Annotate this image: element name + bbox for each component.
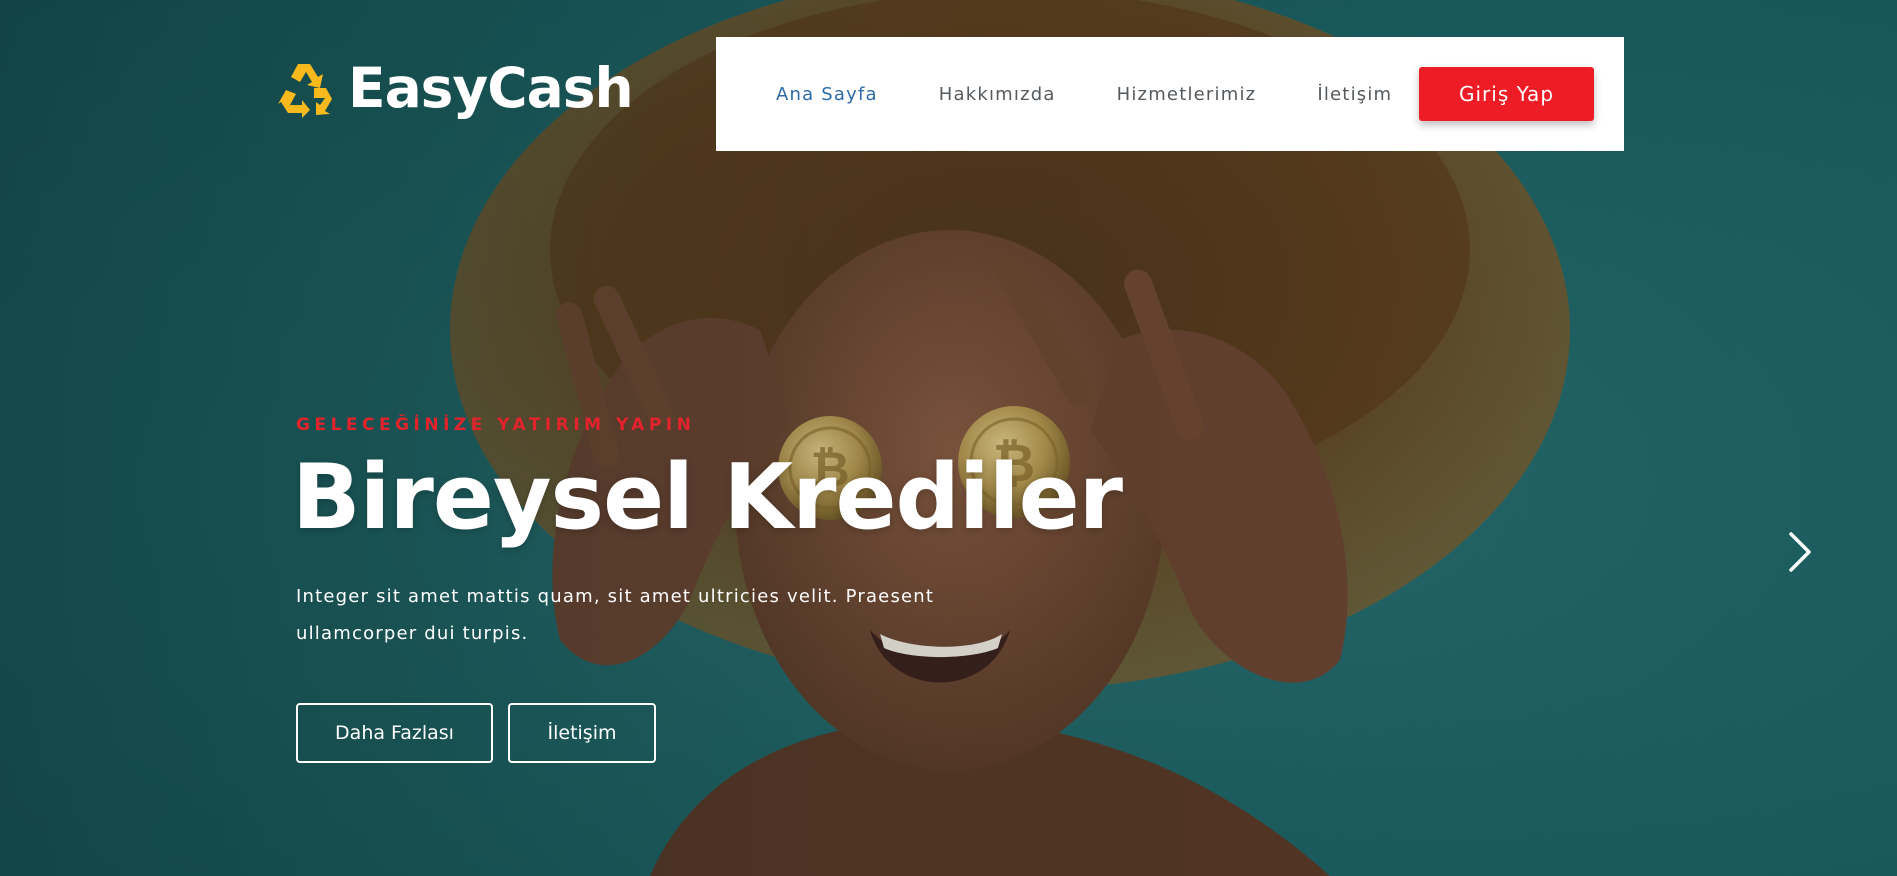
nav-item-hakkimizda[interactable]: Hakkımızda [939, 84, 1056, 105]
brand-name: EasyCash [348, 55, 634, 120]
nav-item-ana-sayfa[interactable]: Ana Sayfa [776, 84, 878, 105]
more-button[interactable]: Daha Fazlası [296, 703, 493, 763]
hero-kicker: GELECEĞİNİZE YATIRIM YAPIN [296, 415, 696, 435]
nav-item-iletisim[interactable]: İletişim [1317, 84, 1392, 105]
hero-slider: ₿ ₿ EasyCash Ana Sayfa Hakkımızda Hizmet… [0, 0, 1897, 876]
hero-title: Bireysel Krediler [292, 445, 1123, 550]
recycle-icon [278, 64, 332, 118]
main-navigation: Ana Sayfa Hakkımızda Hizmetlerimiz İleti… [716, 37, 1624, 151]
contact-button[interactable]: İletişim [508, 703, 656, 763]
hero-description: Integer sit amet mattis quam, sit amet u… [296, 586, 935, 644]
login-button[interactable]: Giriş Yap [1419, 67, 1594, 121]
chevron-right-icon[interactable] [1785, 530, 1815, 574]
nav-item-hizmetlerimiz[interactable]: Hizmetlerimiz [1117, 84, 1257, 105]
brand-logo[interactable]: EasyCash [276, 55, 634, 120]
